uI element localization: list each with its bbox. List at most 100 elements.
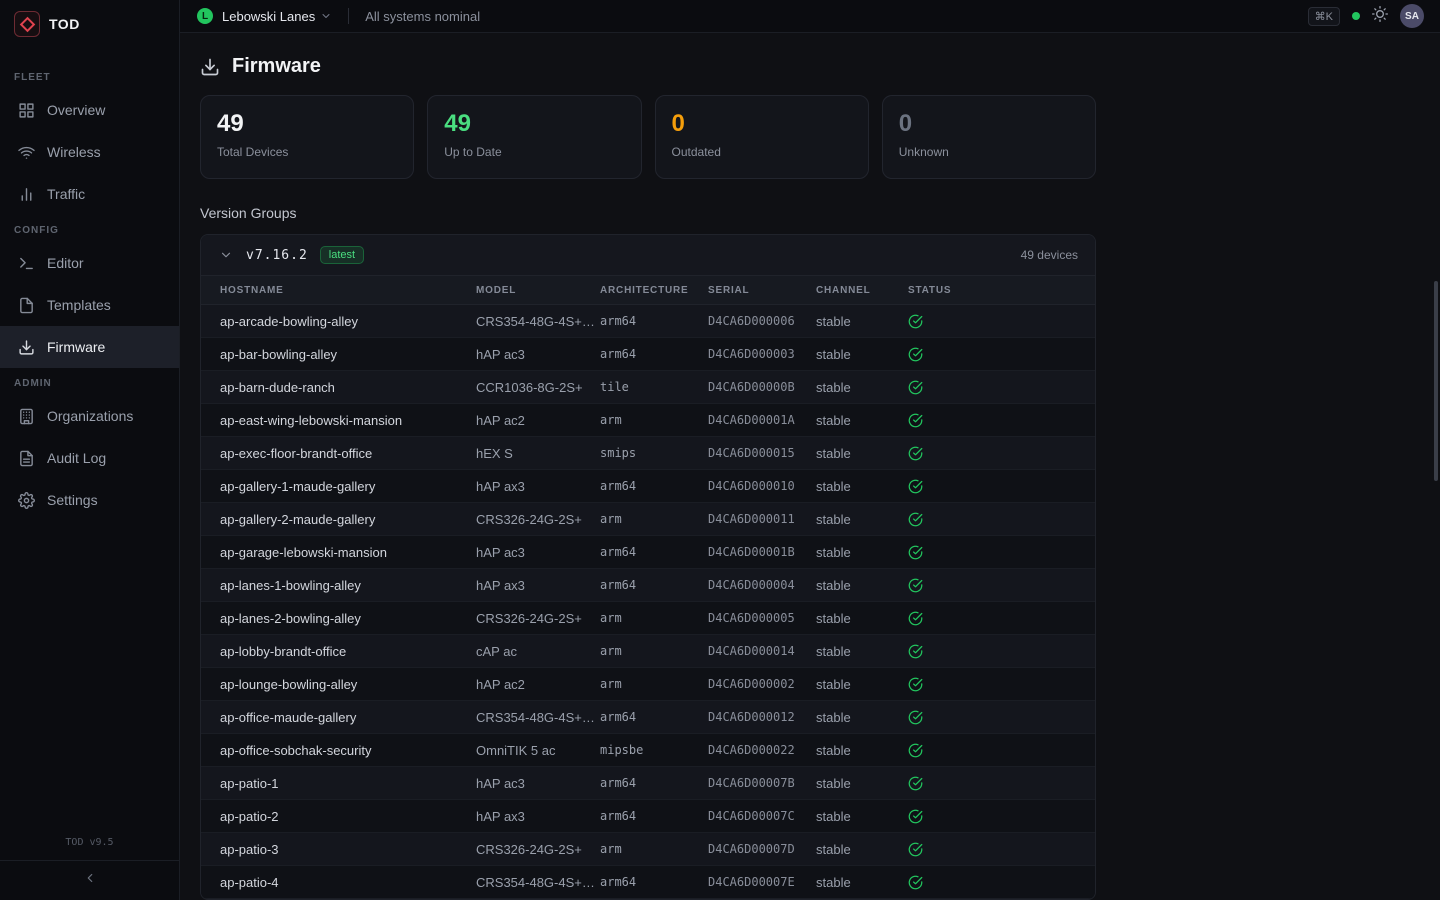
model-cell: CCR1036-8G-2S+ [476, 380, 600, 395]
gear-icon [18, 492, 35, 509]
sidebar-item-label: Audit Log [47, 450, 106, 466]
channel-cell: stable [816, 545, 908, 560]
stats-row: 49 Total Devices 49 Up to Date 0 Outdate… [200, 95, 1096, 179]
channel-cell: stable [816, 677, 908, 692]
version-group-panel: v7.16.2 latest 49 devices Hostname Model… [200, 234, 1096, 900]
table-row[interactable]: ap-east-wing-lebowski-mansion hAP ac2 ar… [201, 404, 1095, 437]
table-row[interactable]: ap-patio-2 hAP ax3 arm64 D4CA6D00007C st… [201, 800, 1095, 833]
hostname-cell: ap-barn-dude-ranch [220, 380, 476, 395]
page-title: Firmware [232, 55, 321, 78]
org-switcher[interactable]: Lebowski Lanes [222, 9, 315, 24]
page-content: Firmware 49 Total Devices 49 Up to Date … [180, 33, 1116, 900]
status-ok-icon [908, 644, 1095, 659]
column-header-status: Status [908, 285, 1095, 296]
hostname-cell: ap-exec-floor-brandt-office [220, 446, 476, 461]
stat-card-outdated: 0 Outdated [655, 95, 869, 179]
table-row[interactable]: ap-office-sobchak-security OmniTIK 5 ac … [201, 734, 1095, 767]
channel-cell: stable [816, 314, 908, 329]
sidebar-item-audit-log[interactable]: Audit Log [0, 437, 179, 479]
chevron-down-icon[interactable] [219, 248, 233, 262]
channel-cell: stable [816, 446, 908, 461]
table-row[interactable]: ap-office-maude-gallery CRS354-48G-4S+… … [201, 701, 1095, 734]
theme-toggle-button[interactable] [1372, 6, 1388, 27]
sidebar-item-wireless[interactable]: Wireless [0, 131, 179, 173]
architecture-cell: tile [600, 380, 708, 394]
table-row[interactable]: ap-exec-floor-brandt-office hEX S smips … [201, 437, 1095, 470]
page-header: Firmware [200, 55, 1096, 78]
command-palette-shortcut[interactable]: ⌘K [1308, 7, 1340, 26]
serial-cell: D4CA6D000005 [708, 611, 816, 625]
table-row[interactable]: ap-patio-4 CRS354-48G-4S+… arm64 D4CA6D0… [201, 866, 1095, 899]
grid-icon [18, 102, 35, 119]
bar-chart-icon [18, 186, 35, 203]
model-cell: hAP ac3 [476, 776, 600, 791]
table-row[interactable]: ap-gallery-2-maude-gallery CRS326-24G-2S… [201, 503, 1095, 536]
serial-cell: D4CA6D00001B [708, 545, 816, 559]
user-avatar[interactable]: SA [1400, 4, 1424, 28]
table-row[interactable]: ap-lanes-2-bowling-alley CRS326-24G-2S+ … [201, 602, 1095, 635]
device-count: 49 devices [1021, 248, 1078, 262]
serial-cell: D4CA6D00007B [708, 776, 816, 790]
hostname-cell: ap-patio-3 [220, 842, 476, 857]
serial-cell: D4CA6D00000B [708, 380, 816, 394]
table-row[interactable]: ap-lounge-bowling-alley hAP ac2 arm D4CA… [201, 668, 1095, 701]
stat-value: 0 [672, 111, 852, 137]
app-logo: TOD [0, 0, 179, 48]
status-ok-icon [908, 479, 1095, 494]
status-ok-icon [908, 743, 1095, 758]
sidebar-item-traffic[interactable]: Traffic [0, 173, 179, 215]
sidebar-item-overview[interactable]: Overview [0, 89, 179, 131]
hostname-cell: ap-lobby-brandt-office [220, 644, 476, 659]
table-row[interactable]: ap-lobby-brandt-office cAP ac arm D4CA6D… [201, 635, 1095, 668]
channel-cell: stable [816, 710, 908, 725]
model-cell: cAP ac [476, 644, 600, 659]
hostname-cell: ap-patio-1 [220, 776, 476, 791]
sidebar-item-editor[interactable]: Editor [0, 242, 179, 284]
page-scrollbar[interactable] [1434, 281, 1438, 481]
serial-cell: D4CA6D000011 [708, 512, 816, 526]
file-text-icon [18, 450, 35, 467]
hostname-cell: ap-lanes-2-bowling-alley [220, 611, 476, 626]
stat-card-total-devices: 49 Total Devices [200, 95, 414, 179]
column-header-architecture: Architecture [600, 285, 708, 296]
model-cell: CRS326-24G-2S+ [476, 842, 600, 857]
app-version: TOD v9.5 [0, 829, 179, 860]
status-ok-icon [908, 842, 1095, 857]
serial-cell: D4CA6D000004 [708, 578, 816, 592]
sidebar-collapse-button[interactable] [0, 860, 179, 900]
table-row[interactable]: ap-bar-bowling-alley hAP ac3 arm64 D4CA6… [201, 338, 1095, 371]
table-row[interactable]: ap-lanes-1-bowling-alley hAP ax3 arm64 D… [201, 569, 1095, 602]
table-row[interactable]: ap-barn-dude-ranch CCR1036-8G-2S+ tile D… [201, 371, 1095, 404]
channel-cell: stable [816, 743, 908, 758]
table-row[interactable]: ap-gallery-1-maude-gallery hAP ax3 arm64… [201, 470, 1095, 503]
table-row[interactable]: ap-arcade-bowling-alley CRS354-48G-4S+… … [201, 305, 1095, 338]
chevron-down-icon[interactable] [320, 10, 332, 22]
table-row[interactable]: ap-patio-3 CRS326-24G-2S+ arm D4CA6D0000… [201, 833, 1095, 866]
table-row[interactable]: ap-garage-lebowski-mansion hAP ac3 arm64… [201, 536, 1095, 569]
sidebar-item-label: Traffic [47, 186, 85, 202]
model-cell: CRS326-24G-2S+ [476, 611, 600, 626]
hostname-cell: ap-patio-2 [220, 809, 476, 824]
status-ok-icon [908, 446, 1095, 461]
channel-cell: stable [816, 347, 908, 362]
sidebar-item-label: Editor [47, 255, 84, 271]
sidebar-item-organizations[interactable]: Organizations [0, 395, 179, 437]
hostname-cell: ap-gallery-1-maude-gallery [220, 479, 476, 494]
status-ok-icon [908, 809, 1095, 824]
hostname-cell: ap-office-sobchak-security [220, 743, 476, 758]
version-group-header[interactable]: v7.16.2 latest 49 devices [201, 235, 1095, 275]
serial-cell: D4CA6D000003 [708, 347, 816, 361]
sidebar-item-settings[interactable]: Settings [0, 479, 179, 521]
architecture-cell: mipsbe [600, 743, 708, 757]
model-cell: CRS354-48G-4S+… [476, 710, 600, 725]
sidebar-nav: FLEET Overview Wireless Traffic CONFIG E… [0, 48, 179, 829]
channel-cell: stable [816, 776, 908, 791]
architecture-cell: arm64 [600, 347, 708, 361]
sidebar-item-templates[interactable]: Templates [0, 284, 179, 326]
model-cell: CRS326-24G-2S+ [476, 512, 600, 527]
app-logo-icon [14, 11, 40, 37]
sidebar-item-firmware[interactable]: Firmware [0, 326, 179, 368]
table-row[interactable]: ap-patio-1 hAP ac3 arm64 D4CA6D00007B st… [201, 767, 1095, 800]
model-cell: hAP ax3 [476, 578, 600, 593]
architecture-cell: arm64 [600, 545, 708, 559]
